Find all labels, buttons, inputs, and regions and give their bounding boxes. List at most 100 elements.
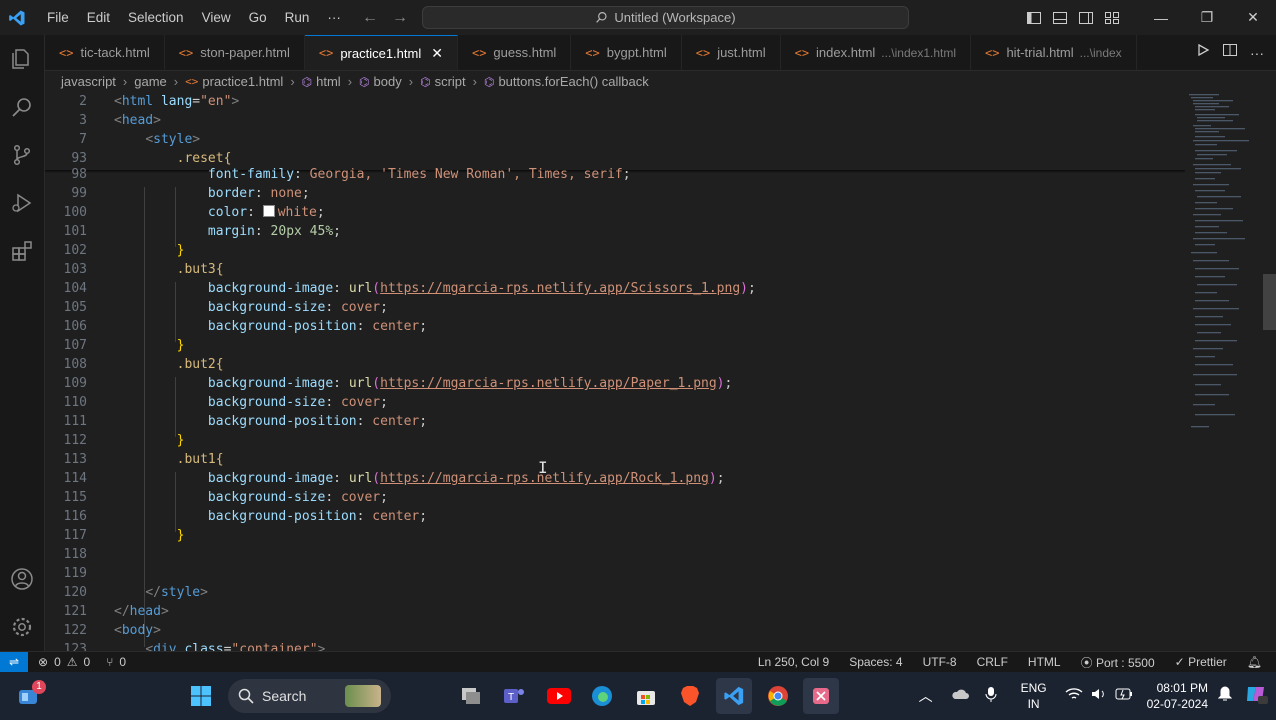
search-view-icon[interactable] <box>0 83 44 131</box>
ports-icon[interactable]: ⑂ <box>106 655 113 669</box>
run-play-icon[interactable] <box>1196 43 1210 62</box>
menu-file[interactable]: File <box>38 10 78 25</box>
accounts-icon[interactable] <box>0 555 44 603</box>
youtube-icon[interactable] <box>541 678 577 714</box>
explorer-icon[interactable] <box>0 35 44 83</box>
warning-count[interactable]: 0 <box>84 655 91 669</box>
code-line: 101 margin: 20px 45%; <box>63 224 341 239</box>
cursor-position[interactable]: Ln 250, Col 9 <box>758 655 829 669</box>
battery-icon[interactable] <box>1115 687 1133 705</box>
color-swatch[interactable] <box>262 205 275 217</box>
breadcrumb-game[interactable]: game <box>134 74 167 89</box>
breadcrumb-body[interactable]: body <box>374 74 402 89</box>
microphone-icon[interactable] <box>985 686 997 707</box>
ports-count[interactable]: 0 <box>119 655 126 669</box>
search-icon <box>596 12 607 23</box>
tab-bygpt[interactable]: <> bygpt.html <box>571 35 682 70</box>
toggle-primary-sidebar-icon[interactable] <box>1026 10 1042 26</box>
chrome-icon[interactable] <box>760 678 796 714</box>
tab-description: ...\index1.html <box>881 45 956 60</box>
error-count[interactable]: 0 <box>54 655 61 669</box>
split-editor-icon[interactable] <box>1222 42 1238 63</box>
tab-just[interactable]: <> just.html <box>682 35 781 70</box>
more-actions-icon[interactable]: ··· <box>1250 45 1264 61</box>
tab-ston-paper[interactable]: <> ston-paper.html <box>165 35 305 70</box>
tab-guess[interactable]: <> guess.html <box>458 35 572 70</box>
breadcrumb-file[interactable]: practice1.html <box>202 74 283 89</box>
start-windows-icon[interactable] <box>183 678 219 714</box>
code-line: 100 color: white; <box>63 205 325 220</box>
vscode-logo-icon <box>2 0 32 35</box>
input-language[interactable]: ENG IN <box>1021 680 1047 712</box>
warning-icon[interactable]: ⚠ <box>67 655 78 669</box>
tab-label: hit-trial.html <box>1006 45 1074 60</box>
search-label: Search <box>262 688 307 704</box>
tab-label: bygpt.html <box>606 45 667 60</box>
indentation[interactable]: Spaces: 4 <box>849 655 902 669</box>
tab-tic-tack[interactable]: <> tic-tack.html <box>45 35 165 70</box>
customize-layout-icon[interactable] <box>1104 10 1120 26</box>
tab-practice1[interactable]: <> practice1.html ✕ <box>304 35 458 70</box>
minimize-button[interactable]: — <box>1138 0 1184 35</box>
breadcrumb-javascript[interactable]: javascript <box>61 74 116 89</box>
teams-icon[interactable]: T <box>496 678 532 714</box>
toggle-panel-icon[interactable] <box>1052 10 1068 26</box>
menu-selection[interactable]: Selection <box>119 10 193 25</box>
taskbar-search[interactable]: Search <box>228 679 391 713</box>
wifi-icon[interactable] <box>1065 687 1083 706</box>
widgets-icon[interactable]: 1 <box>10 678 46 714</box>
scrollbar-thumb[interactable] <box>1263 274 1276 330</box>
menu-run[interactable]: Run <box>276 10 319 25</box>
source-control-icon[interactable] <box>0 131 44 179</box>
back-arrow-icon[interactable]: ← <box>362 9 378 27</box>
snipping-tool-icon[interactable] <box>803 678 839 714</box>
task-view-icon[interactable] <box>453 678 489 714</box>
search-highlight-icon <box>345 685 381 707</box>
live-server-port[interactable]: ⦿ Port : 5500 <box>1081 654 1155 671</box>
extensions-icon[interactable] <box>0 227 44 275</box>
edge-browser-icon[interactable] <box>584 678 620 714</box>
language-mode[interactable]: HTML <box>1028 655 1061 669</box>
menu-view[interactable]: View <box>193 10 240 25</box>
code-line: 115 background-size: cover; <box>63 490 388 505</box>
url-link[interactable]: https://mgarcia-rps.netlify.app/Paper_1.… <box>380 376 717 391</box>
vertical-scrollbar[interactable] <box>1263 92 1276 651</box>
encoding[interactable]: UTF-8 <box>923 655 957 669</box>
breadcrumb-callback[interactable]: buttons.forEach() callback <box>498 74 648 89</box>
code-line: 103 .but3{ <box>63 262 224 277</box>
notification-bell-icon[interactable] <box>1217 685 1233 707</box>
manage-gear-icon[interactable] <box>0 603 44 651</box>
minimap[interactable] <box>1185 92 1263 651</box>
brave-browser-icon[interactable] <box>672 678 708 714</box>
menu-go[interactable]: Go <box>240 10 276 25</box>
html-file-icon: <> <box>695 45 711 60</box>
command-center[interactable]: Untitled (Workspace) <box>422 6 909 29</box>
line-ending[interactable]: CRLF <box>977 655 1008 669</box>
microsoft-store-icon[interactable] <box>628 678 664 714</box>
error-icon[interactable]: ⊗ <box>38 655 48 669</box>
tab-index[interactable]: <> index.html ...\index1.html <box>781 35 971 70</box>
show-hidden-icons-chevron-icon[interactable]: ︿ <box>919 686 933 706</box>
prettier-status[interactable]: ✓ Prettier <box>1175 655 1227 669</box>
onedrive-cloud-icon[interactable] <box>951 687 969 705</box>
run-debug-icon[interactable] <box>0 179 44 227</box>
code-editor[interactable]: 2 <html lang="en"> 3 <head> 7 <style> 93 .… <box>45 92 1185 651</box>
menu-edit[interactable]: Edit <box>78 10 119 25</box>
close-button[interactable]: ✕ <box>1230 0 1276 35</box>
restore-button[interactable]: ❐ <box>1184 0 1230 35</box>
volume-icon[interactable] <box>1091 687 1107 706</box>
breadcrumb-html[interactable]: html <box>316 74 341 89</box>
menu-more[interactable]: ··· <box>318 10 350 25</box>
remote-indicator-icon[interactable]: ⇌ <box>0 651 28 673</box>
notifications-bell-icon[interactable]: 🔔︎ <box>1247 655 1262 669</box>
close-tab-icon[interactable]: ✕ <box>431 45 443 62</box>
breadcrumb-script[interactable]: script <box>435 74 466 89</box>
vscode-taskbar-icon[interactable] <box>716 678 752 714</box>
forward-arrow-icon[interactable]: → <box>392 9 408 27</box>
tab-hit-trial[interactable]: <> hit-trial.html ...\index <box>971 35 1137 70</box>
toggle-secondary-sidebar-icon[interactable] <box>1078 10 1094 26</box>
code-line: 2 <html lang="en"> <box>79 94 240 109</box>
clock[interactable]: 08:01 PM 02-07-2024 <box>1147 680 1208 712</box>
url-link[interactable]: https://mgarcia-rps.netlify.app/Scissors… <box>380 281 740 296</box>
copilot-icon[interactable] <box>1244 683 1268 710</box>
